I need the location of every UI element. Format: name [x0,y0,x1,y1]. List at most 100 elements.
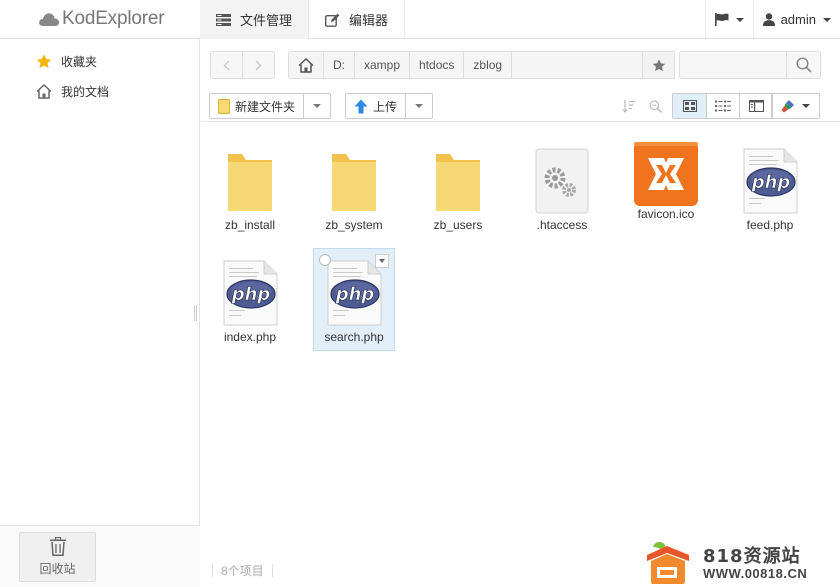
sidebar-item-favorites[interactable]: 收藏夹 [36,51,97,71]
top-nav: 文件管理 编辑器 [200,0,406,39]
sort-button[interactable] [620,97,638,115]
list-view-button[interactable] [706,94,739,118]
watermark-title: 818资源站 [703,546,801,567]
folder-icon [436,154,480,211]
divider [212,563,213,577]
xampp-icon [634,142,698,206]
file-name: zb_users [433,218,483,232]
sidebar-resize-handle[interactable] [194,305,197,321]
new-folder-button[interactable]: 新建文件夹 [210,94,303,118]
sidebar-item-my-documents[interactable]: 我的文档 [36,81,109,101]
folder-icon [218,98,230,114]
grid-view-button[interactable] [673,94,706,118]
svg-text:php: php [751,172,791,193]
file-name: feed.php [746,218,794,232]
history-nav [210,51,275,79]
file-item-favicon[interactable]: favicon.ico [625,129,707,232]
item-count: 8个项目 [221,563,264,578]
home-icon [36,83,52,99]
file-item-feed-php[interactable]: php feed.php [729,129,811,232]
top-bar: KodExplorer 文件管理 编辑器 admin [0,0,840,39]
svg-text:php: php [231,284,271,305]
user-menu-button[interactable]: admin [752,0,840,39]
recycle-bin-button[interactable]: 回收站 [19,532,96,582]
file-item-index-php[interactable]: php index.php [209,248,291,351]
chevron-down-icon [823,17,831,22]
brush-icon [781,100,794,113]
breadcrumb-item[interactable]: htdocs [410,52,465,78]
sidebar-item-label: 我的文档 [61,84,110,99]
folder-icon [332,154,376,211]
view-mode-group [672,93,773,119]
search-button[interactable] [786,52,820,78]
file-name: index.php [223,330,277,344]
user-icon [762,13,775,26]
edit-icon [325,13,340,27]
new-folder-split-button: 新建文件夹 [209,93,332,119]
breadcrumb-item[interactable]: xampp [355,52,411,78]
breadcrumb-item[interactable]: zblog [464,52,513,78]
sidebar-item-label: 收藏夹 [61,54,98,69]
tab-file-manager[interactable]: 文件管理 [200,0,310,39]
divider [271,563,273,577]
select-checkbox[interactable] [319,254,331,266]
trash-icon [49,537,66,556]
upload-label: 上传 [373,99,398,114]
file-name: zb_install [224,218,276,232]
upload-dropdown[interactable] [405,94,432,118]
zoom-button[interactable] [646,97,664,115]
file-item-zb-users[interactable]: zb_users [417,129,499,232]
file-name: .htaccess [536,218,588,232]
search-input[interactable] [680,52,788,78]
file-name: favicon.ico [637,207,695,221]
file-item-search-php[interactable]: php search.php [313,248,395,351]
file-item-zb-system[interactable]: zb_system [313,129,395,232]
status-bar: 8个项目 [212,562,281,578]
add-favorite-button[interactable] [642,51,675,79]
theme-menu-button[interactable] [771,93,820,119]
file-name: search.php [324,330,384,344]
file-item-htaccess[interactable]: .htaccess [521,129,603,232]
star-icon [36,54,52,68]
tab-editor-label: 编辑器 [349,13,389,28]
new-folder-label: 新建文件夹 [235,99,296,114]
file-item-menu-button[interactable] [375,254,389,268]
address-bar: D: xampp htdocs zblog [201,39,840,88]
svg-text:php: php [335,284,375,305]
tab-file-manager-label: 文件管理 [240,13,293,28]
forward-button[interactable] [242,52,274,78]
chevron-down-icon [735,17,744,22]
chevron-right-icon [255,59,262,71]
cloud-icon [39,13,60,26]
php-file-icon: php [743,148,798,214]
grid-view-icon [682,100,697,112]
chevron-down-icon [313,104,322,108]
language-menu-button[interactable] [704,0,753,39]
top-right-menu: admin [704,0,840,39]
sidebar: 收藏夹 我的文档 回收站 [0,39,200,587]
split-view-button[interactable] [739,94,772,118]
breadcrumb-item[interactable]: D: [324,52,355,78]
app-logo[interactable]: KodExplorer [38,8,165,30]
site-logo-icon [647,542,689,584]
config-file-icon [535,148,589,214]
breadcrumb-home-button[interactable] [289,52,324,78]
file-grid[interactable]: zb_install zb_system zb_users .htaccess … [201,123,840,553]
upload-split-button: 上传 [345,93,434,119]
watermark: 818资源站 WWW.00818.CN [643,540,838,586]
chevron-down-icon [415,104,424,108]
sort-icon [622,100,635,113]
file-item-zb-install[interactable]: zb_install [209,129,291,232]
new-folder-dropdown[interactable] [303,94,330,118]
toolbar: 新建文件夹 上传 [201,88,840,122]
tab-editor[interactable]: 编辑器 [309,0,406,39]
sidebar-footer: 回收站 [0,525,200,587]
user-name: admin [780,12,816,27]
server-icon [216,13,231,26]
upload-button[interactable]: 上传 [346,94,405,118]
columns-view-icon [748,100,764,112]
watermark-url: WWW.00818.CN [703,566,808,581]
recycle-bin-label: 回收站 [39,562,76,576]
back-button[interactable] [211,52,242,78]
chevron-left-icon [223,59,230,71]
